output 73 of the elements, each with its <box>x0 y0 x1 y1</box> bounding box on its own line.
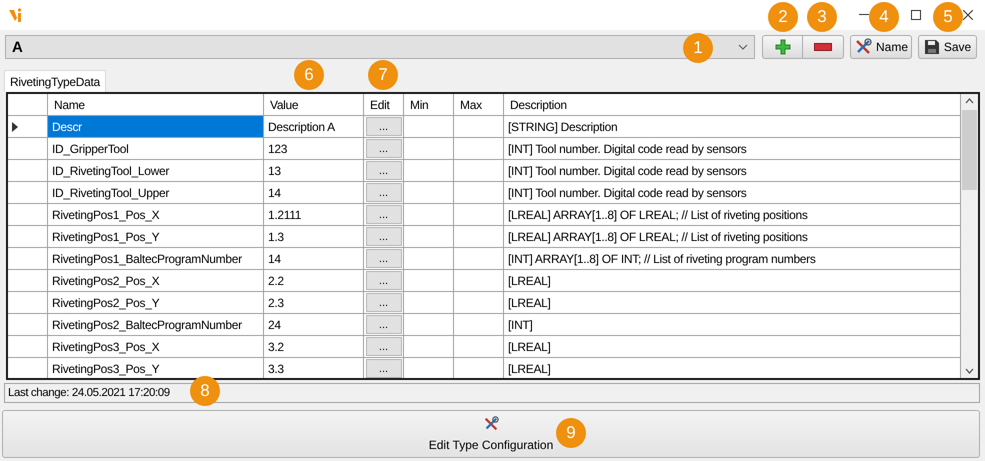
table-cell: RivetingPos2_Pos_Y <box>48 292 264 314</box>
ellipsis-button[interactable]: ... <box>366 227 402 246</box>
table-cell: 1.3 <box>264 226 364 248</box>
callout-badge: 6 <box>294 60 324 90</box>
tools-icon <box>854 38 872 56</box>
plus-icon <box>774 39 790 55</box>
column-header[interactable]: Edit <box>364 94 404 116</box>
ellipsis-button[interactable]: ... <box>366 183 402 202</box>
table-cell: RivetingPos2_BaltecProgramNumber <box>48 314 264 336</box>
table-cell: RivetingPos2_Pos_X <box>48 270 264 292</box>
app-logo-icon <box>8 7 24 23</box>
table-cell: 14 <box>264 182 364 204</box>
callout-badge: 8 <box>190 376 220 406</box>
ellipsis-button[interactable]: ... <box>366 139 402 158</box>
table-cell: [INT] Tool number. Digital code read by sensors <box>504 182 961 204</box>
chevron-down-icon <box>738 44 748 50</box>
table-cell: [INT] Tool number. Digital code read by sensors <box>504 160 961 182</box>
ellipsis-button[interactable]: ... <box>366 249 402 268</box>
table-cell: RivetingPos1_Pos_Y <box>48 226 264 248</box>
add-button[interactable] <box>762 35 803 59</box>
table-cell: 24 <box>264 314 364 336</box>
table-cell: [LREAL] <box>504 336 961 358</box>
vertical-scrollbar[interactable] <box>961 94 978 378</box>
maximize-icon[interactable] <box>911 10 921 20</box>
tab[interactable]: RivetingTypeData <box>4 70 106 92</box>
table-cell: 1.2111 <box>264 204 364 226</box>
table-cell: [INT] ARRAY[1..8] OF INT; // List of riveting program numbers <box>504 248 961 270</box>
name-button[interactable]: Name <box>850 35 912 59</box>
table-cell: [LREAL] ARRAY[1..8] OF LREAL; // List of riveting positions <box>504 226 961 248</box>
table-cell: [STRING] Description <box>504 116 961 138</box>
ellipsis-button[interactable]: ... <box>366 161 402 180</box>
callout-badge: 1 <box>683 33 713 63</box>
ellipsis-button[interactable]: ... <box>366 337 402 356</box>
column-header[interactable]: Max <box>454 94 504 116</box>
table-cell: ID_RivetingTool_Lower <box>48 160 264 182</box>
table-cell: 14 <box>264 248 364 270</box>
ellipsis-button[interactable]: ... <box>366 293 402 312</box>
table-cell: [INT] Tool number. Digital code read by sensors <box>504 138 961 160</box>
table-cell: Descr <box>48 116 264 138</box>
table-cell: 2.3 <box>264 292 364 314</box>
column-header[interactable]: Description <box>504 94 961 116</box>
table-cell: ID_RivetingTool_Upper <box>48 182 264 204</box>
table-cell: ID_GripperTool <box>48 138 264 160</box>
minimize-icon[interactable] <box>859 14 869 16</box>
column-header[interactable]: Min <box>404 94 454 116</box>
tools-icon <box>483 416 499 432</box>
table-cell: RivetingPos1_BaltecProgramNumber <box>48 248 264 270</box>
ellipsis-button[interactable]: ... <box>366 205 402 224</box>
row-header[interactable] <box>8 116 48 138</box>
minus-icon <box>814 43 832 51</box>
table-cell: [LREAL] <box>504 270 961 292</box>
table-cell: RivetingPos3_Pos_X <box>48 336 264 358</box>
table-cell: [LREAL] ARRAY[1..8] OF LREAL; // List of riveting positions <box>504 204 961 226</box>
column-header[interactable]: Name <box>48 94 264 116</box>
remove-button[interactable] <box>803 35 844 59</box>
callout-badge: 7 <box>368 60 398 90</box>
table-cell: 2.2 <box>264 270 364 292</box>
current-row-icon <box>12 122 18 132</box>
save-button[interactable]: Save <box>918 35 977 59</box>
ellipsis-button[interactable]: ... <box>366 271 402 290</box>
ellipsis-button[interactable]: ... <box>366 359 402 378</box>
table-cell: RivetingPos1_Pos_X <box>48 204 264 226</box>
table-cell: 3.2 <box>264 336 364 358</box>
table-cell: 13 <box>264 160 364 182</box>
scroll-thumb[interactable] <box>962 110 977 190</box>
column-header[interactable]: Value <box>264 94 364 116</box>
ellipsis-button[interactable]: ... <box>366 117 402 136</box>
table-cell: [LREAL] <box>504 292 961 314</box>
table-cell: 123 <box>264 138 364 160</box>
ellipsis-button[interactable]: ... <box>366 315 402 334</box>
table-cell: [INT] <box>504 314 961 336</box>
close-icon[interactable] <box>963 10 973 20</box>
table-cell: Description A <box>264 116 364 138</box>
